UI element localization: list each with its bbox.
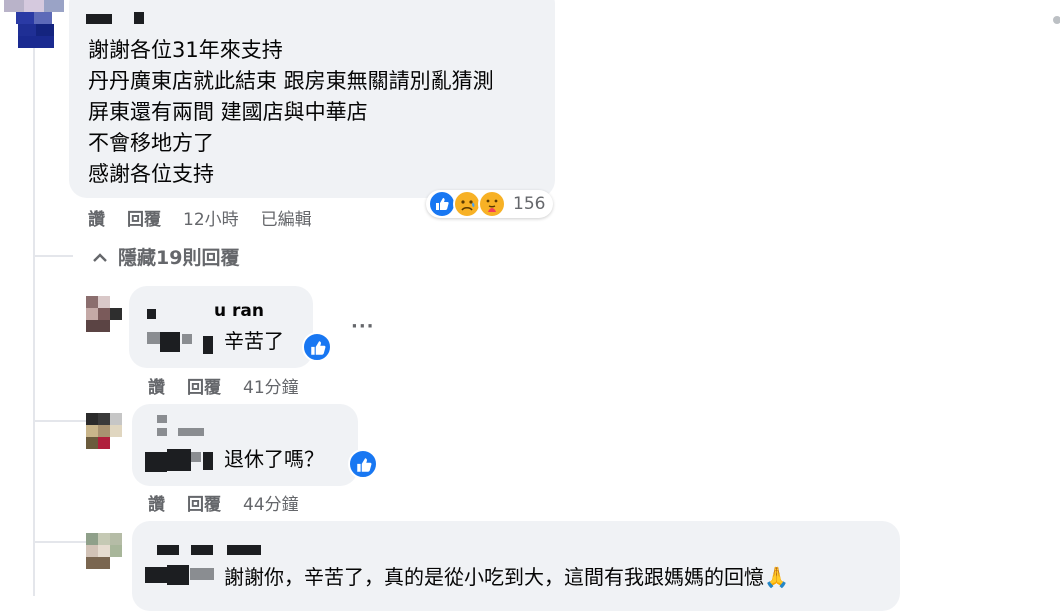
author-name-redacted[interactable] — [147, 309, 156, 319]
thread-branch — [33, 420, 88, 422]
hide-replies-label: 隱藏19則回覆 — [118, 247, 240, 269]
thread-branch — [33, 541, 88, 543]
author-name-redacted[interactable] — [191, 545, 213, 555]
avatar[interactable] — [86, 413, 122, 449]
author-name-redacted[interactable] — [160, 332, 180, 352]
reply-text: 謝謝你，辛苦了，真的是從小吃到大，這間有我跟媽媽的回憶🙏 — [224, 565, 789, 589]
like-reaction-badge[interactable] — [348, 449, 378, 479]
comment-line: 屏東還有兩間 建國店與中華店 — [88, 100, 368, 124]
timestamp[interactable]: 41分鐘 — [243, 373, 299, 398]
reply-actions: 讚 回覆 41分鐘 — [148, 373, 299, 398]
author-name-redacted[interactable] — [145, 452, 167, 472]
thread-line — [33, 48, 35, 596]
reply-actions: 讚 回覆 44分鐘 — [148, 490, 299, 515]
author-name-redacted[interactable] — [147, 332, 161, 344]
thread-branch — [33, 255, 73, 257]
reply-text: 辛苦了 — [224, 329, 284, 353]
comment-line: 丹丹廣東店就此結束 跟房東無關請別亂猜測 — [88, 69, 494, 93]
timestamp[interactable]: 44分鐘 — [243, 490, 299, 515]
reply-button[interactable]: 回覆 — [127, 205, 161, 230]
avatar[interactable] — [4, 0, 64, 48]
like-button[interactable]: 讚 — [148, 373, 165, 398]
sad-icon — [453, 190, 481, 218]
author-name-redacted[interactable] — [178, 428, 204, 436]
comment-line: 感謝各位支持 — [88, 162, 214, 186]
comment-line: 謝謝各位31年來支持 — [88, 38, 283, 62]
author-name-partial[interactable]: u ran — [214, 301, 264, 318]
like-reaction-badge[interactable] — [302, 332, 332, 362]
avatar[interactable] — [86, 296, 122, 332]
like-button[interactable]: 讚 — [148, 490, 165, 515]
author-name-redacted[interactable] — [182, 334, 192, 344]
reaction-count: 156 — [513, 194, 546, 214]
reply-button[interactable]: 回覆 — [187, 490, 221, 515]
author-name-redacted[interactable] — [134, 12, 144, 24]
like-button[interactable]: 讚 — [88, 205, 105, 230]
reply-button[interactable]: 回覆 — [187, 373, 221, 398]
author-name-redacted[interactable] — [203, 452, 213, 470]
edited-label: 已編輯 — [260, 210, 312, 230]
author-name-redacted[interactable] — [157, 545, 179, 555]
avatar[interactable] — [86, 533, 122, 569]
author-name-redacted[interactable] — [167, 449, 191, 471]
hide-replies-button[interactable]: 隱藏19則回覆 — [92, 243, 239, 270]
like-icon — [428, 190, 456, 218]
reaction-summary[interactable]: 156 — [426, 190, 554, 218]
reply-text: 退休了嗎？ — [224, 447, 324, 471]
author-name-redacted[interactable] — [157, 415, 167, 423]
care-icon — [478, 190, 506, 218]
author-name-redacted[interactable] — [167, 565, 189, 585]
author-name-redacted[interactable] — [145, 567, 167, 583]
author-name-redacted[interactable] — [227, 545, 261, 555]
author-name-redacted[interactable] — [86, 14, 112, 24]
author-name-redacted[interactable] — [191, 452, 201, 462]
scroll-indicator[interactable] — [1053, 16, 1060, 24]
author-name-redacted[interactable] — [157, 428, 167, 436]
comment-actions: 讚 回覆 12小時 已編輯 — [88, 205, 312, 230]
reply-bubble — [129, 286, 313, 368]
chevron-up-icon — [93, 252, 107, 262]
author-name-redacted[interactable] — [190, 568, 214, 580]
author-name-redacted[interactable] — [203, 336, 213, 354]
more-options-button[interactable]: ··· — [351, 316, 375, 337]
timestamp[interactable]: 12小時 — [183, 205, 239, 230]
comment-line: 不會移地方了 — [88, 131, 214, 155]
